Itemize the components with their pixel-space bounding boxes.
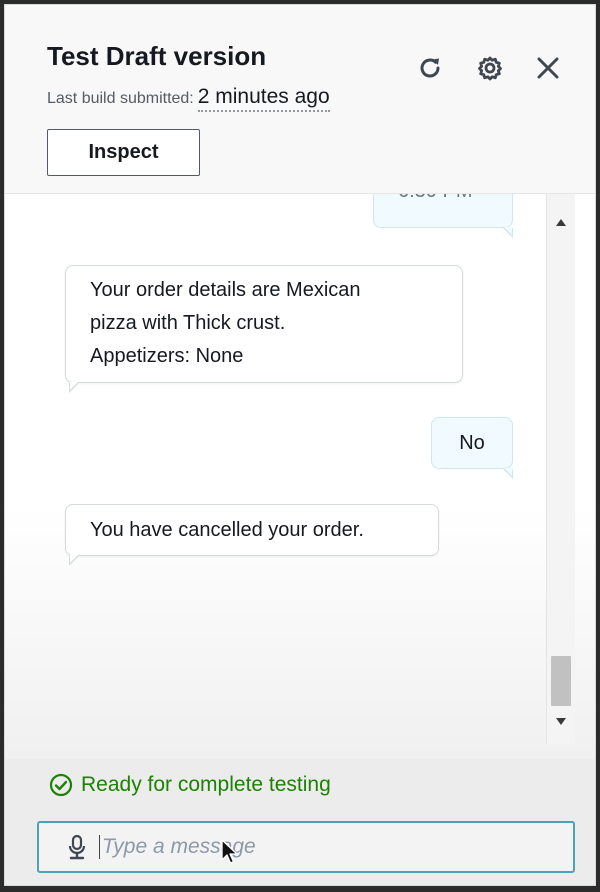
build-status-label: Last build submitted:: [47, 90, 194, 107]
bot-message-order-details: Your order details are Mexican pizza wit…: [65, 265, 463, 383]
panel-header: Test Draft version Last build submitted:…: [5, 5, 595, 194]
scroll-up-icon[interactable]: [556, 219, 566, 226]
inspect-button[interactable]: Inspect: [47, 129, 200, 176]
page-title: Test Draft version: [47, 41, 267, 71]
scroll-thumb[interactable]: [551, 656, 571, 706]
message-text: 6:30 PM: [398, 194, 488, 208]
message-input-box[interactable]: [37, 821, 575, 873]
settings-button[interactable]: [473, 51, 507, 85]
bubble-tail: [69, 555, 79, 566]
message-text: No: [459, 432, 485, 454]
text-caret: [99, 835, 100, 859]
scroll-down-icon[interactable]: [556, 718, 566, 725]
mouse-cursor-icon: [221, 839, 238, 864]
message-line: You have cancelled your order.: [90, 519, 364, 541]
user-message-previous: 6:30 PM: [373, 194, 513, 228]
chat-footer: Ready for complete testing: [5, 759, 595, 885]
close-button[interactable]: [531, 51, 565, 85]
microphone-icon[interactable]: [67, 834, 87, 860]
bot-message-cancelled: You have cancelled your order.: [65, 504, 439, 556]
close-icon: [537, 57, 559, 79]
test-panel: Test Draft version Last build submitted:…: [4, 4, 596, 886]
message-line: Appetizers: None: [90, 345, 244, 367]
bubble-tail: [503, 468, 513, 479]
refresh-icon: [420, 58, 440, 78]
user-message-no: No: [431, 417, 513, 469]
message-line: pizza with Thick crust.: [90, 312, 286, 334]
status-text: Ready for complete testing: [81, 773, 331, 796]
refresh-button[interactable]: [413, 51, 447, 85]
build-time[interactable]: 2 minutes ago: [197, 85, 330, 112]
message-line: Your order details are Mexican: [90, 279, 361, 301]
settings-icon: [478, 56, 502, 81]
check-circle-icon: [49, 773, 73, 797]
status-badge: Ready for complete testing: [49, 773, 331, 797]
chat-transcript[interactable]: 6:30 PM Your order details are Mexican p…: [5, 194, 595, 759]
chat-scrollbar[interactable]: [546, 194, 575, 744]
bubble-tail: [503, 227, 513, 238]
bubble-tail: [69, 382, 79, 393]
build-status: Last build submitted: 2 minutes ago: [47, 85, 330, 112]
message-input[interactable]: [102, 827, 573, 867]
